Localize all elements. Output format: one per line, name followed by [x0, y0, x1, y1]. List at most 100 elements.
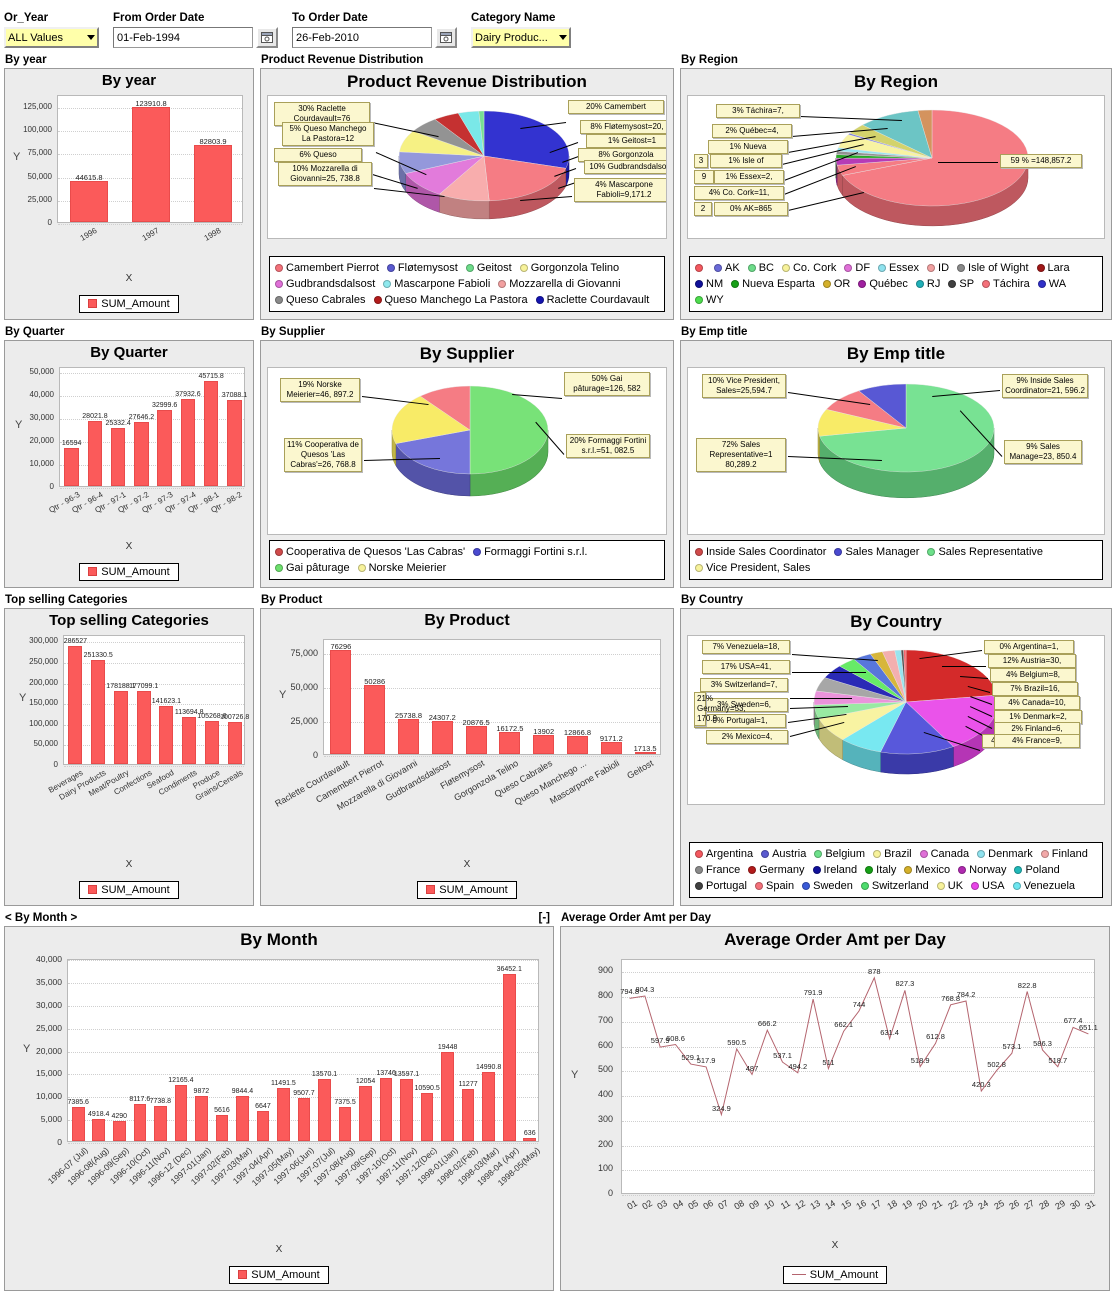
- bar[interactable]: [277, 1088, 290, 1141]
- legend-item[interactable]: Norway: [958, 862, 1006, 878]
- bar[interactable]: [379, 1078, 393, 1141]
- bar[interactable]: [203, 380, 219, 486]
- from-order-date-input[interactable]: 01-Feb-1994: [113, 27, 253, 48]
- legend-item[interactable]: Lara: [1036, 260, 1070, 276]
- to-order-date-input[interactable]: 26-Feb-2010: [292, 27, 432, 48]
- bar[interactable]: [338, 1107, 352, 1141]
- legend-item[interactable]: Venezuela: [1012, 878, 1075, 894]
- legend-item[interactable]: WA: [1037, 276, 1066, 292]
- bar[interactable]: [159, 705, 174, 764]
- bar[interactable]: [215, 1115, 229, 1141]
- legend-item[interactable]: Formaggi Fortini s.r.l.: [473, 544, 587, 560]
- series-legend[interactable]: SUM_Amount: [79, 881, 179, 899]
- bar[interactable]: [180, 398, 196, 486]
- series-legend[interactable]: SUM_Amount: [79, 295, 179, 313]
- bar[interactable]: [482, 1072, 495, 1141]
- bar[interactable]: [71, 1107, 85, 1141]
- bar[interactable]: [318, 1078, 331, 1141]
- bar[interactable]: [499, 731, 521, 754]
- bar[interactable]: [68, 645, 83, 764]
- legend-item[interactable]: DF: [844, 260, 870, 276]
- legend-item[interactable]: Switzerland: [860, 878, 929, 894]
- legend-item[interactable]: ID: [927, 260, 949, 276]
- bar[interactable]: [113, 690, 128, 764]
- to-order-date-calendar-button[interactable]: [435, 27, 457, 48]
- panel-body[interactable]: By Product 76296 50286 25738.8 24307.2 20876.…: [260, 608, 674, 906]
- bar[interactable]: [523, 1138, 537, 1141]
- legend-item[interactable]: France: [695, 862, 740, 878]
- legend-item[interactable]: Mascarpone Fabioli: [383, 276, 490, 292]
- bar[interactable]: [256, 1110, 270, 1141]
- panel-body[interactable]: By year 44615.8 123910.8 82803.9 0 25,000 50,0…: [4, 68, 254, 320]
- bar[interactable]: [157, 409, 172, 486]
- bar[interactable]: [64, 447, 79, 486]
- legend-item[interactable]: Portugal: [695, 878, 747, 894]
- legend-item[interactable]: Austria: [761, 846, 806, 862]
- bar[interactable]: [182, 717, 197, 764]
- legend-item[interactable]: Fløtemysost: [386, 260, 458, 276]
- series-legend[interactable]: SUM_Amount: [417, 881, 517, 899]
- bar[interactable]: [87, 421, 103, 486]
- bar[interactable]: [131, 106, 171, 222]
- panel-body[interactable]: By Supplier 19% Norske Meierier=46, 897.2…: [260, 340, 674, 588]
- panel-body[interactable]: By Month 7385.6 4918.4 4290 8117.6 7738.8 1216…: [4, 926, 554, 1291]
- bar[interactable]: [227, 400, 242, 486]
- legend-item[interactable]: Gudbrandsdalsost: [275, 276, 375, 292]
- bar[interactable]: [567, 736, 588, 754]
- bar[interactable]: [154, 1105, 167, 1141]
- bar[interactable]: [359, 1085, 372, 1141]
- legend-item[interactable]: Belgium: [814, 846, 865, 862]
- bar[interactable]: [431, 720, 453, 754]
- legend-item[interactable]: Cooperativa de Quesos 'Las Cabras': [275, 544, 465, 560]
- legend-item[interactable]: USA: [971, 878, 1005, 894]
- panel-body[interactable]: By Emp title 10% Vice President, Sales=25…: [680, 340, 1112, 588]
- bar[interactable]: [136, 690, 151, 764]
- legend-item[interactable]: Gai pâturage: [275, 560, 350, 576]
- legend-item[interactable]: Camembert Pierrot: [275, 260, 379, 276]
- legend-item[interactable]: Spain: [754, 878, 794, 894]
- legend-item[interactable]: Queso Manchego La Pastora: [373, 292, 528, 308]
- legend-item[interactable]: Germany: [748, 862, 805, 878]
- legend-item[interactable]: Mexico: [904, 862, 950, 878]
- category-name-select[interactable]: Dairy Produc...: [471, 27, 571, 48]
- legend-item[interactable]: RJ: [915, 276, 940, 292]
- panel-body[interactable]: By Quarter 16594 28021.8 25332.4 27646.2 3299…: [4, 340, 254, 588]
- legend-item[interactable]: Sweden: [802, 878, 853, 894]
- bar[interactable]: [441, 1052, 454, 1141]
- panel-body[interactable]: Product Revenue Distribution 30% Raclette…: [260, 68, 674, 320]
- legend-item[interactable]: Brazil: [873, 846, 912, 862]
- bar[interactable]: [91, 660, 106, 764]
- bar[interactable]: [400, 1078, 413, 1141]
- legend-item[interactable]: [695, 260, 706, 276]
- series-legend[interactable]: SUM_Amount: [79, 563, 179, 581]
- legend-item[interactable]: OR: [822, 276, 850, 292]
- legend-item[interactable]: Gorgonzola Telino: [519, 260, 619, 276]
- bar[interactable]: [398, 718, 419, 754]
- legend-item[interactable]: UK: [936, 878, 963, 894]
- legend-item[interactable]: Nueva Esparta: [731, 276, 815, 292]
- legend-item[interactable]: BC: [747, 260, 774, 276]
- legend-item[interactable]: Mozzarella di Giovanni: [498, 276, 621, 292]
- legend-item[interactable]: Poland: [1014, 862, 1060, 878]
- legend-item[interactable]: Co. Cork: [781, 260, 836, 276]
- or-year-select[interactable]: ALL Values: [4, 27, 99, 48]
- legend-item[interactable]: Italy: [865, 862, 896, 878]
- bar[interactable]: [420, 1092, 434, 1141]
- bar[interactable]: [174, 1085, 188, 1141]
- bar[interactable]: [193, 144, 233, 222]
- legend-item[interactable]: Isle of Wight: [957, 260, 1029, 276]
- legend-item[interactable]: Finland: [1040, 846, 1088, 862]
- legend-item[interactable]: Queso Cabrales: [275, 292, 366, 308]
- legend-item[interactable]: Québec: [858, 276, 908, 292]
- bar[interactable]: [461, 1089, 475, 1141]
- series-legend[interactable]: SUM_Amount: [782, 1266, 888, 1284]
- legend-item[interactable]: SP: [948, 276, 974, 292]
- legend-item[interactable]: Essex: [878, 260, 919, 276]
- bar[interactable]: [195, 1095, 208, 1141]
- bar[interactable]: [69, 180, 109, 222]
- bar[interactable]: [465, 725, 487, 754]
- bar[interactable]: [297, 1097, 311, 1141]
- panel-body[interactable]: Average Order Amt per Day 794.8 804.3 597.9…: [560, 926, 1110, 1291]
- bar[interactable]: [227, 722, 242, 764]
- legend-item[interactable]: Vice President, Sales: [695, 560, 810, 576]
